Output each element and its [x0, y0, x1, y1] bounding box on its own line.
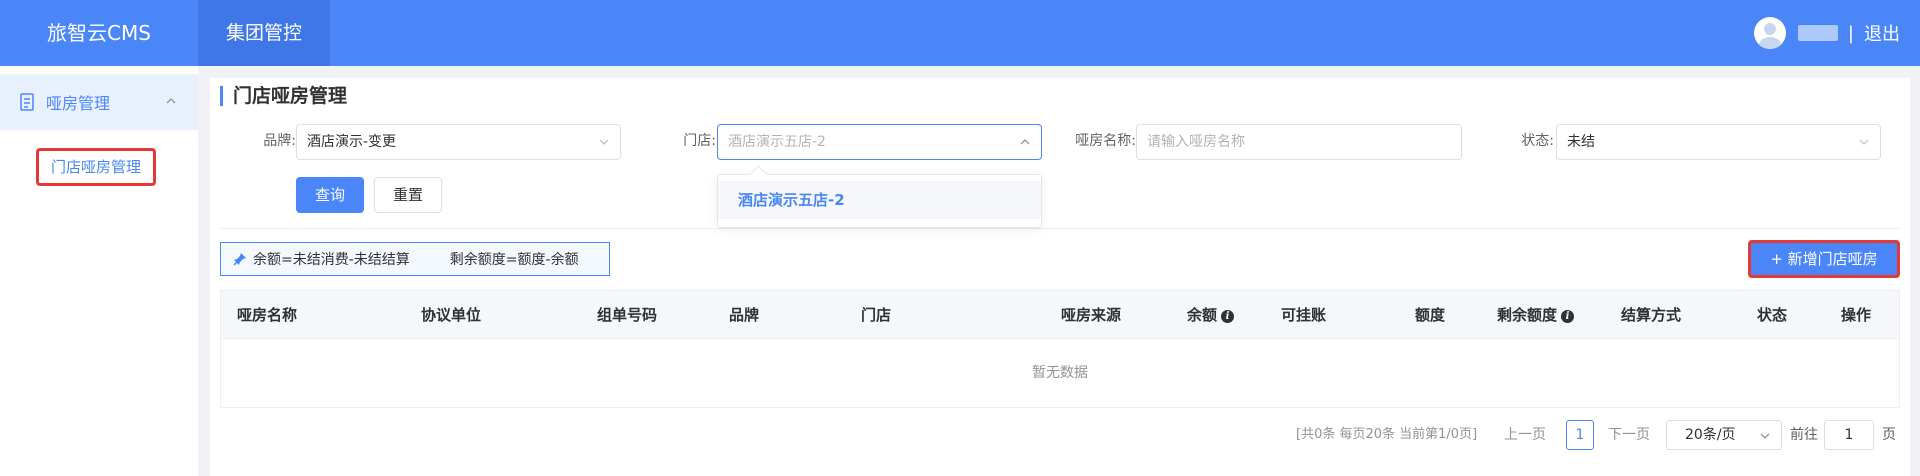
page-size-select[interactable]: 20条/页: [1666, 420, 1782, 450]
page-size-value: 20条/页: [1685, 427, 1736, 443]
user-area: | 退出: [1753, 0, 1900, 66]
sidebar: 哑房管理 门店哑房管理: [0, 66, 198, 476]
goto-label: 前往: [1790, 427, 1818, 443]
store-option[interactable]: 酒店演示五店-2: [718, 181, 1041, 219]
notice-balance-formula: 余额=未结消费-未结结算: [253, 252, 410, 268]
dummy-room-name-label: 哑房名称:: [1075, 133, 1136, 149]
brand-select[interactable]: 酒店演示-变更: [296, 124, 621, 160]
chevron-up-icon: [1020, 139, 1030, 145]
logout-link[interactable]: 退出: [1864, 20, 1900, 46]
document-icon: [20, 93, 34, 111]
col-balance-label: 余额: [1187, 306, 1218, 324]
goto-page-input[interactable]: 1: [1824, 420, 1874, 450]
col-credit-allowed: 可挂账: [1281, 306, 1327, 324]
dummy-room-name-placeholder: 请输入哑房名称: [1147, 134, 1245, 150]
pin-icon: [233, 253, 246, 266]
main-content: 门店哑房管理 品牌: 酒店演示-变更 门店: 酒店演示五店-2 哑房名称: 请输…: [210, 78, 1910, 476]
col-remaining-limit: 剩余额度 i: [1497, 291, 1575, 339]
avatar[interactable]: [1753, 17, 1786, 49]
col-agreement-unit: 协议单位: [421, 306, 482, 324]
status-label: 状态:: [1521, 133, 1554, 149]
page-number-current[interactable]: 1: [1566, 420, 1594, 450]
dummy-room-table: 哑房名称 协议单位 组单号码 品牌 门店 哑房来源 余额 i 可挂账 额度 剩余额…: [220, 290, 1900, 408]
col-actions: 操作: [1841, 306, 1872, 324]
sidebar-group-label: 哑房管理: [46, 94, 111, 113]
app-title: 旅智云CMS: [47, 21, 151, 45]
store-dropdown: 酒店演示五店-2: [717, 174, 1042, 228]
col-settlement-method: 结算方式: [1621, 306, 1682, 324]
header-separator: |: [1847, 22, 1854, 44]
status-select[interactable]: 未结: [1556, 124, 1881, 160]
chevron-down-icon: [1859, 139, 1869, 145]
col-limit: 额度: [1415, 306, 1446, 324]
notice-remaining-formula: 剩余额度=额度-余额: [449, 252, 579, 268]
query-button[interactable]: 查询: [296, 177, 364, 213]
goto-suffix: 页: [1882, 427, 1896, 443]
col-brand: 品牌: [729, 306, 760, 324]
username-redacted: [1797, 25, 1838, 41]
col-source: 哑房来源: [1061, 306, 1122, 324]
table-header: 哑房名称 协议单位 组单号码 品牌 门店 哑房来源 余额 i 可挂账 额度 剩余额…: [221, 291, 1899, 339]
table-empty-text: 暂无数据: [1032, 365, 1088, 381]
col-dummy-room-name: 哑房名称: [237, 306, 298, 324]
next-page-button[interactable]: 下一页: [1608, 420, 1650, 450]
col-status: 状态: [1757, 306, 1788, 324]
divider: [220, 228, 1900, 229]
pagination-summary: [共0条 每页20条 当前第1/0页]: [1296, 427, 1478, 442]
chevron-up-icon: [166, 98, 176, 104]
status-select-value: 未结: [1567, 134, 1595, 150]
reset-button[interactable]: 重置: [374, 177, 442, 213]
store-label: 门店:: [683, 133, 716, 149]
brand-select-value: 酒店演示-变更: [307, 134, 397, 150]
col-remaining-limit-label: 剩余额度: [1497, 306, 1558, 324]
col-balance: 余额 i: [1187, 291, 1235, 339]
col-store: 门店: [861, 306, 892, 324]
dummy-room-name-input[interactable]: 请输入哑房名称: [1136, 124, 1462, 160]
store-select-placeholder: 酒店演示五店-2: [728, 134, 826, 150]
prev-page-button[interactable]: 上一页: [1504, 420, 1546, 450]
sidebar-group-dummy-room[interactable]: 哑房管理: [0, 74, 198, 130]
add-store-dummy-room-button[interactable]: + 新增门店哑房: [1748, 240, 1900, 278]
chevron-down-icon: [1760, 433, 1770, 439]
sidebar-item-store-dummy-room[interactable]: 门店哑房管理: [36, 148, 156, 186]
chevron-down-icon: [599, 139, 609, 145]
col-group-order-no: 组单号码: [597, 306, 658, 324]
formula-notice: 余额=未结消费-未结结算 剩余额度=额度-余额: [220, 242, 610, 276]
info-icon[interactable]: i: [1221, 310, 1235, 323]
info-icon[interactable]: i: [1561, 310, 1575, 323]
store-select[interactable]: 酒店演示五店-2: [717, 124, 1042, 160]
nav-tab-group-control[interactable]: 集团管控: [198, 0, 330, 66]
brand-label: 品牌:: [263, 133, 296, 149]
page-title: 门店哑房管理: [220, 86, 347, 106]
top-header: 旅智云CMS 集团管控 | 退出: [0, 0, 1920, 66]
